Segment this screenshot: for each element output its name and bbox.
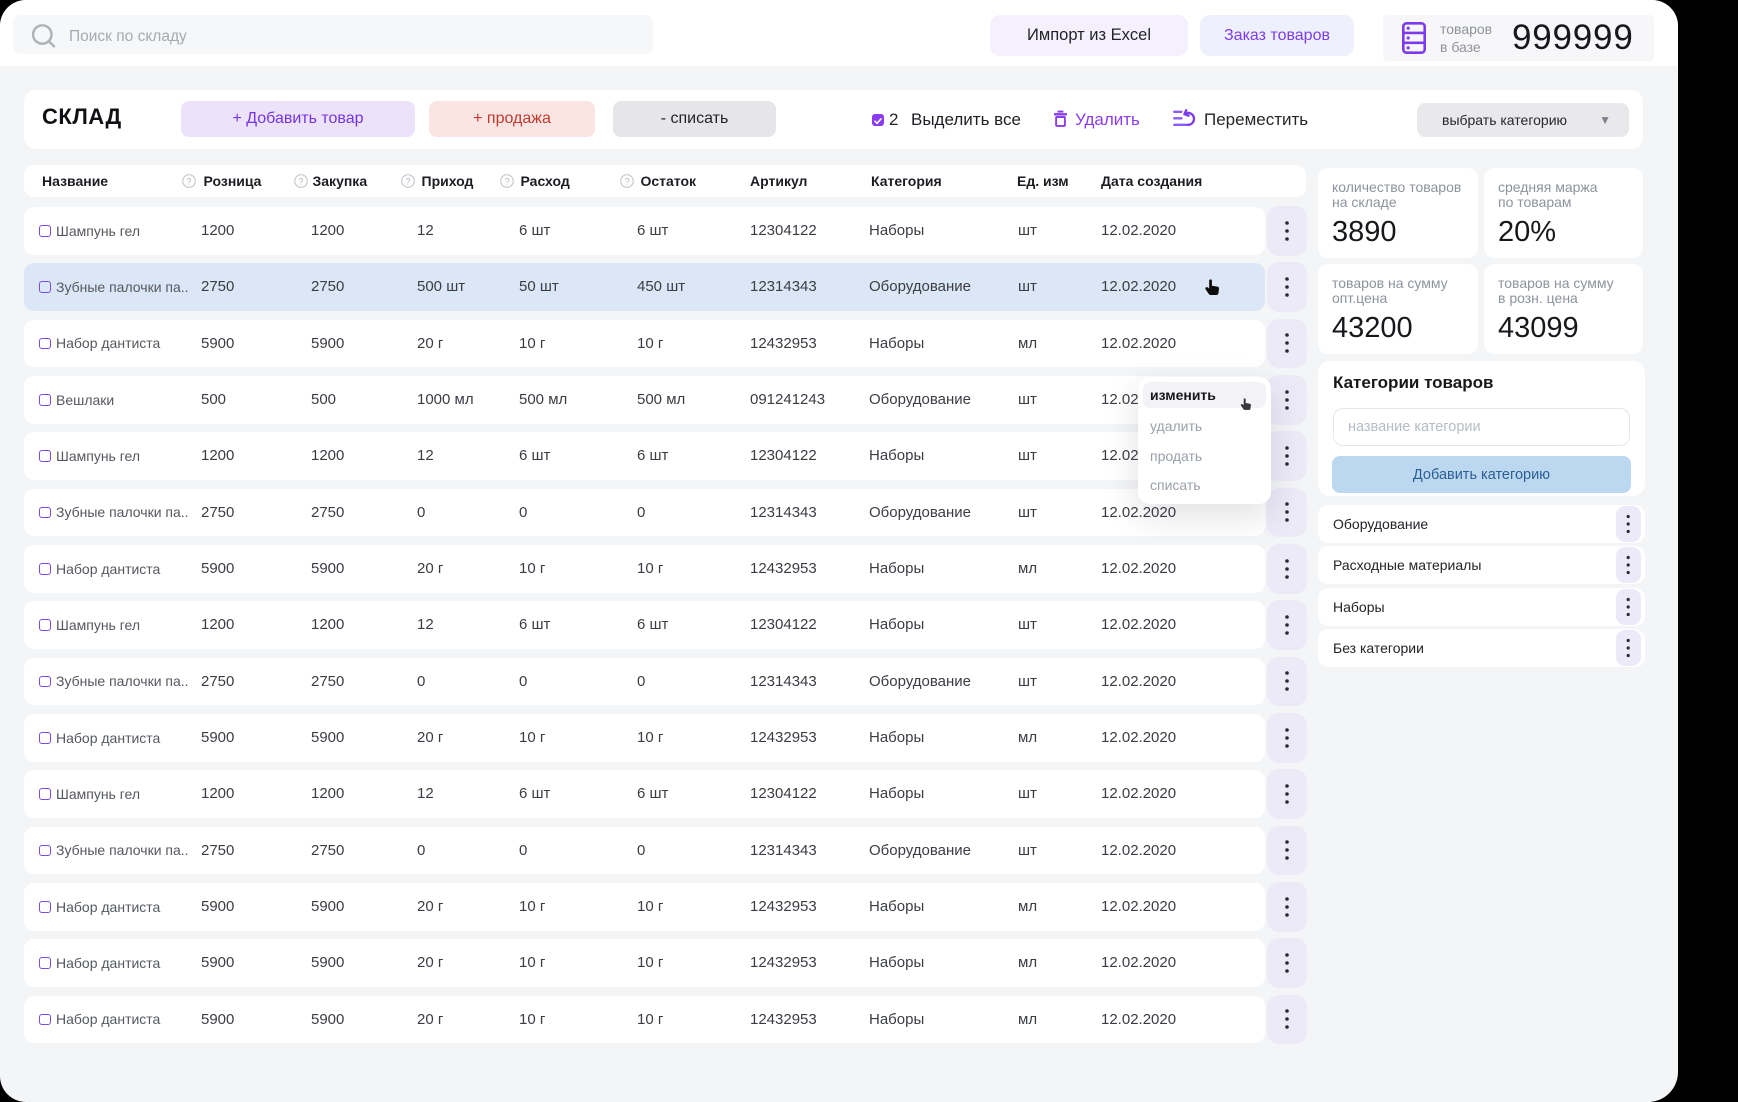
svg-text:?: ? (624, 176, 629, 186)
svg-text:?: ? (405, 176, 410, 186)
svg-text:?: ? (298, 176, 303, 186)
svg-text:?: ? (186, 176, 191, 186)
svg-text:?: ? (504, 176, 509, 186)
